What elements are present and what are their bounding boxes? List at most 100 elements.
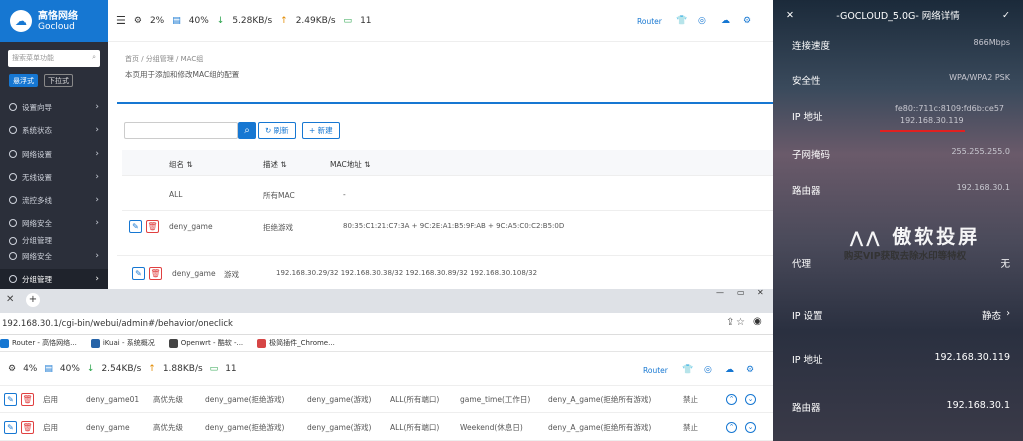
memory-usage: 40%	[59, 363, 80, 374]
detail-label: 安全性	[792, 76, 821, 87]
sidebar-item-group[interactable]: 分组管理	[0, 234, 108, 247]
url-text: 192.168.30.1/cgi-bin/webui/admin#/behavi…	[2, 319, 233, 329]
chevron-right-icon: ›	[1006, 308, 1010, 319]
sidebar-item-security[interactable]: 网络安全 ›	[0, 212, 108, 234]
settings-icon[interactable]: ⚙	[743, 16, 753, 26]
refresh-label: 刷新	[273, 126, 289, 135]
search-button[interactable]: ⌕	[238, 122, 256, 139]
menu-search-input[interactable]: 搜索菜单功能 ⌕	[8, 50, 100, 67]
cloud-upload-icon[interactable]: ☁	[725, 365, 735, 375]
close-window-icon[interactable]: ✕	[757, 288, 764, 297]
edit-button[interactable]: ✎	[4, 420, 17, 434]
chevron-right-icon: ›	[95, 172, 99, 182]
sidebar-item-wizard[interactable]: 设置向导 ›	[0, 96, 108, 118]
rule-action-name: deny_A_game(拒绝所有游戏)	[548, 394, 652, 404]
sidebar-item-label: 分组管理	[22, 274, 52, 284]
settings-icon[interactable]: ⚙	[746, 365, 756, 375]
maximize-icon[interactable]: ▭	[737, 288, 745, 297]
star-icon[interactable]: ☆	[736, 317, 745, 328]
rule-state: 启用	[43, 394, 58, 404]
detail-label: IP 设置	[792, 311, 823, 322]
address-bar[interactable]: 192.168.30.1/cgi-bin/webui/admin#/behavi…	[0, 313, 773, 335]
sidebar-item-flow[interactable]: 流控多线 ›	[0, 189, 108, 211]
logo[interactable]: ☁ 高恪网络 Gocloud	[0, 0, 108, 42]
col-header-desc[interactable]: 描述 ⇅	[263, 159, 287, 170]
ip-settings-row[interactable]: IP 设置 静态 ›	[773, 308, 1023, 322]
wifi-icon	[9, 173, 17, 181]
bookmark-favicon-icon	[168, 338, 178, 348]
delete-button[interactable]: 🗑	[21, 392, 34, 406]
bookmarks-bar: Router - 高恪网络... iKuai - 系统概况 Openwrt - …	[0, 335, 773, 352]
detail-label: 路由器	[792, 186, 821, 197]
bookmark-item[interactable]: iKuai - 系统概况	[90, 338, 155, 348]
new-tab-button[interactable]: +	[26, 293, 40, 307]
rule-action: 禁止	[683, 394, 698, 404]
router-label[interactable]: Router	[637, 17, 662, 26]
memory-icon: ▤	[172, 15, 181, 26]
bookmark-item[interactable]: 极简插件_Chrome...	[257, 338, 335, 348]
table-search-input[interactable]	[124, 122, 238, 139]
group-icon	[9, 275, 17, 283]
sidebar-item-network[interactable]: 网络设置 ›	[0, 143, 108, 165]
new-button[interactable]: + 新建	[302, 122, 340, 139]
rule-priority: 高优先级	[153, 422, 183, 432]
upload-arrow-icon: ↑	[148, 363, 156, 374]
bookmark-item[interactable]: Openwrt - 酷软 -...	[168, 338, 243, 348]
menu-toggle-icon[interactable]: ☰	[116, 14, 126, 27]
tshirt-icon[interactable]: 👕	[676, 16, 687, 26]
cloud-upload-icon[interactable]: ☁	[721, 16, 731, 26]
sidebar-item-label: 系统状态	[22, 125, 52, 135]
move-down-icon[interactable]: ⌄	[745, 421, 756, 433]
sidebar-item-status[interactable]: 系统状态 ›	[0, 119, 108, 141]
close-icon[interactable]: ✕	[786, 10, 794, 21]
col-header-name[interactable]: 组名 ⇅	[169, 159, 193, 170]
detail-value: 静态	[981, 311, 1001, 322]
float-mode-button[interactable]: 悬浮式	[9, 74, 38, 87]
watermark-logo-icon: ⋀⋀	[849, 228, 883, 247]
edit-button[interactable]: ✎	[132, 267, 145, 280]
upload-speed: 2.49KB/s	[295, 15, 336, 26]
sidebar-item-wireless[interactable]: 无线设置 ›	[0, 166, 108, 188]
move-down-icon[interactable]: ⌄	[745, 393, 756, 405]
edit-button[interactable]: ✎	[129, 220, 142, 233]
detail-row: 连接速度 866Mbps	[773, 38, 1023, 52]
delete-button[interactable]: 🗑	[21, 420, 34, 434]
rule-app: deny_game(拒绝游戏)	[205, 422, 285, 432]
move-up-icon[interactable]: ⌃	[726, 421, 737, 433]
router-label[interactable]: Router	[643, 366, 668, 375]
chevron-right-icon: ›	[95, 149, 99, 159]
sidebar-item-security-2[interactable]: 网络安全 ›	[0, 247, 108, 265]
cloud-icon: ☁	[10, 10, 32, 32]
minimize-icon[interactable]: —	[716, 288, 724, 297]
detail-value-secondary: 192.168.30.119	[900, 116, 964, 125]
detail-label: 代理	[792, 259, 812, 270]
delete-button[interactable]: 🗑	[149, 267, 162, 280]
browser-tab-bar	[0, 289, 773, 313]
refresh-button[interactable]: ↻ 刷新	[258, 122, 296, 139]
bookmark-item[interactable]: Router - 高恪网络...	[0, 338, 77, 348]
move-up-icon[interactable]: ⌃	[726, 393, 737, 405]
globe-icon[interactable]: ◎	[704, 365, 714, 375]
delete-button[interactable]: 🗑	[146, 220, 159, 233]
cpu-icon: ⚙	[8, 363, 17, 374]
globe-icon[interactable]: ◎	[698, 16, 708, 26]
chevron-right-icon: ›	[95, 195, 99, 205]
tshirt-icon[interactable]: 👕	[682, 365, 693, 375]
check-icon[interactable]: ✓	[1002, 10, 1010, 21]
edit-button[interactable]: ✎	[4, 392, 17, 406]
menu-search-placeholder: 搜索菜单功能	[12, 54, 54, 62]
bookmark-label: iKuai - 系统概况	[102, 339, 155, 347]
detail-label: 子网掩码	[792, 150, 831, 161]
sidebar-item-group-2[interactable]: 分组管理 ›	[0, 269, 108, 289]
rule-priority: 高优先级	[153, 394, 183, 404]
profile-icon[interactable]: ◉	[753, 316, 762, 327]
rule-action: 禁止	[683, 422, 698, 432]
row-name: ALL	[169, 190, 183, 199]
share-icon[interactable]: ⇪	[726, 317, 734, 328]
chevron-right-icon: ›	[95, 274, 99, 284]
col-header-mac[interactable]: MAC地址 ⇅	[330, 159, 370, 170]
close-tab-icon[interactable]: ✕	[6, 294, 14, 305]
cpu-usage: 2%	[149, 15, 165, 26]
overlay-row-name: deny_game	[172, 269, 216, 278]
dropdown-mode-button[interactable]: 下拉式	[44, 74, 73, 87]
